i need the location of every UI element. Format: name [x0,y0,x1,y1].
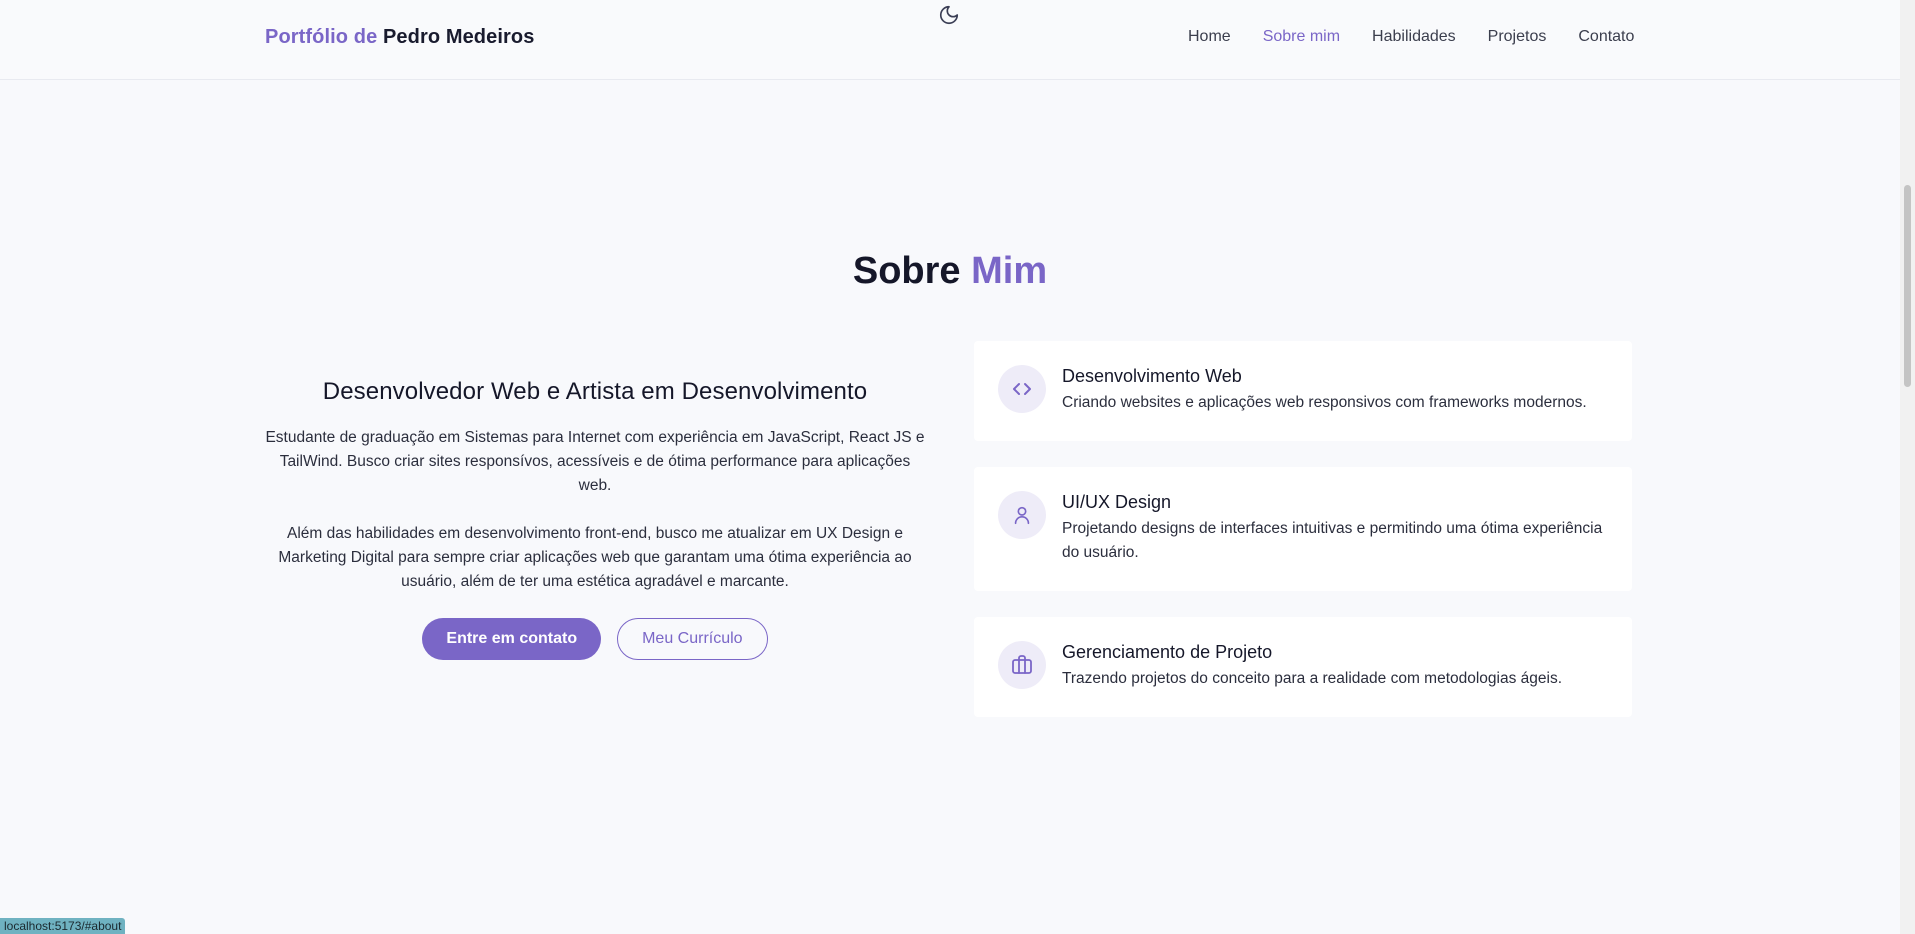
card-icon-wrapper [998,365,1046,413]
card-title: UI/UX Design [1062,492,1172,512]
nav-projetos[interactable]: Projetos [1488,28,1547,46]
moon-icon [939,5,959,25]
brand-prefix: Portfólio de [265,26,378,48]
card-description: Projetando designs de interfaces intuiti… [1062,520,1603,561]
section-title: Sobre Mim [0,250,1900,293]
briefcase-icon [1012,655,1032,674]
resume-button[interactable]: Meu Currículo [617,618,768,660]
about-intro: Desenvolvedor Web e Artista em Desenvolv… [262,378,928,660]
card-description: Trazendo projetos do conceito para a rea… [1062,670,1563,687]
page-scrollbar[interactable] [1900,0,1915,934]
about-paragraph-1: Estudante de graduação em Sistemas para … [265,429,925,494]
nav-home[interactable]: Home [1188,28,1231,46]
about-actions: Entre em contato Meu Currículo [262,618,928,660]
status-bar-url: localhost:5173/#about [0,918,126,934]
page: Portfólio de Pedro Medeiros Home Sobre m… [0,0,1915,934]
card-icon-wrapper [998,641,1046,689]
section-title-main: Sobre [852,250,961,292]
about-subtitle: Desenvolvedor Web e Artista em Desenvolv… [322,378,868,405]
card-icon-wrapper [998,491,1046,539]
code-icon [1013,383,1031,395]
nav-habilidades[interactable]: Habilidades [1372,28,1456,46]
brand-name: Pedro Medeiros [382,26,535,48]
card-description: Criando websites e aplicações web respon… [1062,394,1587,411]
theme-toggle-button[interactable] [937,3,961,27]
card-web-development: Desenvolvimento Web Criando websites e a… [974,341,1632,441]
nav-contato[interactable]: Contato [1578,28,1634,46]
section-title-accent: Mim [971,250,1048,292]
site-header: Portfólio de Pedro Medeiros Home Sobre m… [0,0,1900,80]
about-paragraph-2: Além das habilidades em desenvolvimento … [278,525,912,590]
brand-logo[interactable]: Portfólio de Pedro Medeiros [265,26,534,49]
scrollbar-thumb[interactable] [1904,185,1911,387]
card-title: Gerenciamento de Projeto [1062,642,1273,662]
card-project-management: Gerenciamento de Projeto Trazendo projet… [974,617,1632,717]
main-nav: Home Sobre mim Habilidades Projetos Cont… [1188,28,1634,46]
user-icon [1014,506,1030,525]
card-ui-ux-design: UI/UX Design Projetando designs de inter… [974,467,1632,591]
contact-button[interactable]: Entre em contato [422,618,602,660]
nav-sobre-mim[interactable]: Sobre mim [1263,28,1340,46]
card-title: Desenvolvimento Web [1062,366,1242,386]
